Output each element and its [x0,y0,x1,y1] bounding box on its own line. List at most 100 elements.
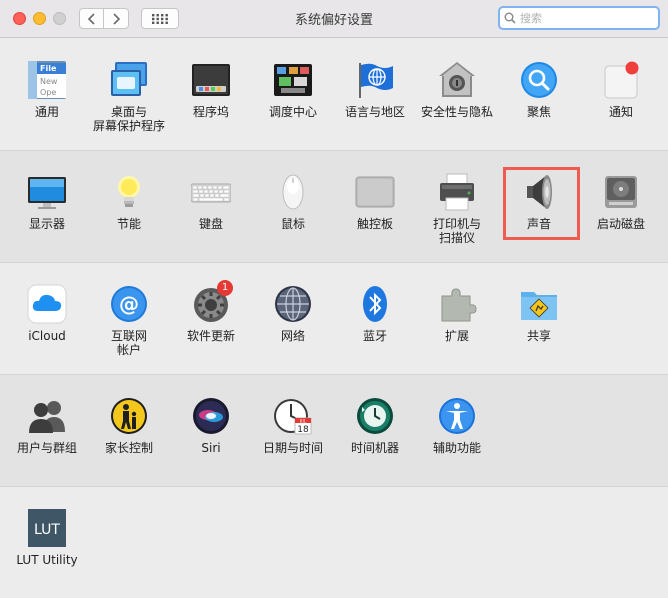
pref-security-privacy[interactable]: 安全性与隐私 [416,60,498,119]
pref-software-update[interactable]: 1 软件更新 [170,280,252,343]
pref-label: 互联网 帐户 [110,329,147,357]
pref-mission-control[interactable]: 调度中心 [252,60,334,119]
pref-label: 时间机器 [350,441,399,455]
search-icon [504,12,516,24]
chevron-left-icon [87,12,95,25]
pref-desktop-screensaver[interactable]: 桌面与 屏幕保护程序 [88,60,170,133]
pref-bluetooth[interactable]: 蓝牙 [334,284,416,343]
pref-label: 显示器 [28,217,65,231]
pref-keyboard[interactable]: 键盘 [170,172,252,231]
pref-label: 辅助功能 [432,441,481,455]
zoom-window-button[interactable] [53,12,66,25]
pref-label: 家长控制 [104,441,153,455]
back-button[interactable] [79,8,104,29]
pref-general[interactable]: File New Ope 通用 [6,60,88,119]
pref-label: 日期与时间 [262,441,323,455]
pref-trackpad[interactable]: 触控板 [334,172,416,231]
show-all-button[interactable] [141,8,179,29]
pref-language-region[interactable]: 语言与地区 [334,60,416,119]
toolbar: 系统偏好设置 [0,0,668,38]
calendar-day: 18 [297,425,309,435]
system-preferences-window: 系统偏好设置 File New Ope 通用 [0,0,668,598]
pref-label: 聚焦 [526,105,551,119]
notifications-icon [604,61,639,99]
lut-utility-icon: LUT [28,509,66,547]
time-machine-icon [357,398,393,434]
mouse-icon [282,174,304,210]
close-window-button[interactable] [13,12,26,25]
grid-icon [152,13,168,24]
pref-printers-scanners[interactable]: 打印机与 扫描仪 [416,172,498,245]
pref-internet-accounts[interactable]: @ 互联网 帐户 [88,284,170,357]
pref-users-groups[interactable]: 用户与群组 [6,396,88,455]
general-icon-text-new: New [40,77,58,86]
pref-dock[interactable]: 程序坞 [170,60,252,119]
pref-label: iCloud [28,329,66,343]
forward-button[interactable] [104,8,129,29]
pref-parental-controls[interactable]: 家长控制 [88,396,170,455]
calendar-month: JUL [299,418,307,423]
pref-label: 触控板 [356,217,393,231]
pref-notifications[interactable]: 通知 [580,60,662,119]
pref-label: 扩展 [444,329,469,343]
window-title: 系统偏好设置 [294,13,373,28]
section-other [0,487,668,598]
users-groups-icon [29,401,65,433]
general-icon-text-file: File [40,64,57,73]
parental-controls-icon [111,398,147,434]
pref-label: 调度中心 [268,105,317,119]
pref-accessibility[interactable]: 辅助功能 [416,396,498,455]
date-time-icon: JUL 18 [274,399,312,435]
mission-control-icon [274,64,312,96]
bluetooth-icon [363,286,387,322]
printer-scanner-icon [440,173,474,211]
accessibility-icon [439,398,475,434]
pref-date-time[interactable]: JUL 18 日期与时间 [252,396,334,455]
pref-label: 语言与地区 [344,105,405,119]
pref-label: 蓝牙 [362,329,387,343]
displays-icon [28,177,66,209]
pref-displays[interactable]: 显示器 [6,172,88,231]
pref-label: 键盘 [198,217,223,231]
search-input[interactable] [518,10,652,26]
pref-label: 程序坞 [192,105,229,119]
pref-extensions[interactable]: 扩展 [416,284,498,343]
desktop-screensaver-icon [111,62,147,96]
pref-label: 鼠标 [280,217,305,231]
general-icon-text-open: Ope [40,88,56,97]
network-icon [275,286,311,322]
general-icon: File New Ope [28,61,66,99]
pref-sharing[interactable]: 共享 [498,284,580,343]
minimize-window-button[interactable] [33,12,46,25]
pref-label: 共享 [526,329,551,343]
pref-time-machine[interactable]: 时间机器 [334,396,416,455]
pref-label: 网络 [280,329,305,343]
pref-spotlight[interactable]: 聚焦 [498,60,580,119]
pref-lut-utility[interactable]: LUT LUT Utility [6,508,88,567]
startup-disk-icon [605,176,637,208]
pref-siri[interactable]: Siri [170,396,252,455]
pref-label: 通知 [608,105,633,119]
pref-label: 用户与群组 [16,441,77,455]
pref-label: 软件更新 [186,329,235,343]
security-privacy-icon [439,62,475,97]
pref-mouse[interactable]: 鼠标 [252,172,334,231]
siri-icon [193,398,229,434]
spotlight-icon [521,62,557,98]
extensions-icon [441,288,477,322]
pref-label: 桌面与 屏幕保护程序 [92,105,165,133]
pref-label: 节能 [116,217,141,231]
pref-startup-disk[interactable]: 启动磁盘 [580,172,662,231]
language-region-icon [359,63,393,98]
pref-label: 安全性与隐私 [420,105,493,119]
pref-icloud[interactable]: iCloud [6,284,88,343]
pref-energy-saver[interactable]: 节能 [88,172,170,231]
pref-label: 打印机与 扫描仪 [432,217,481,245]
dock-icon [192,64,230,96]
lut-icon-text: LUT [34,522,60,538]
selection-highlight [503,167,580,240]
chevron-right-icon [113,12,121,25]
sharing-icon [521,292,557,320]
pref-network[interactable]: 网络 [252,284,334,343]
search-field[interactable] [498,6,660,30]
